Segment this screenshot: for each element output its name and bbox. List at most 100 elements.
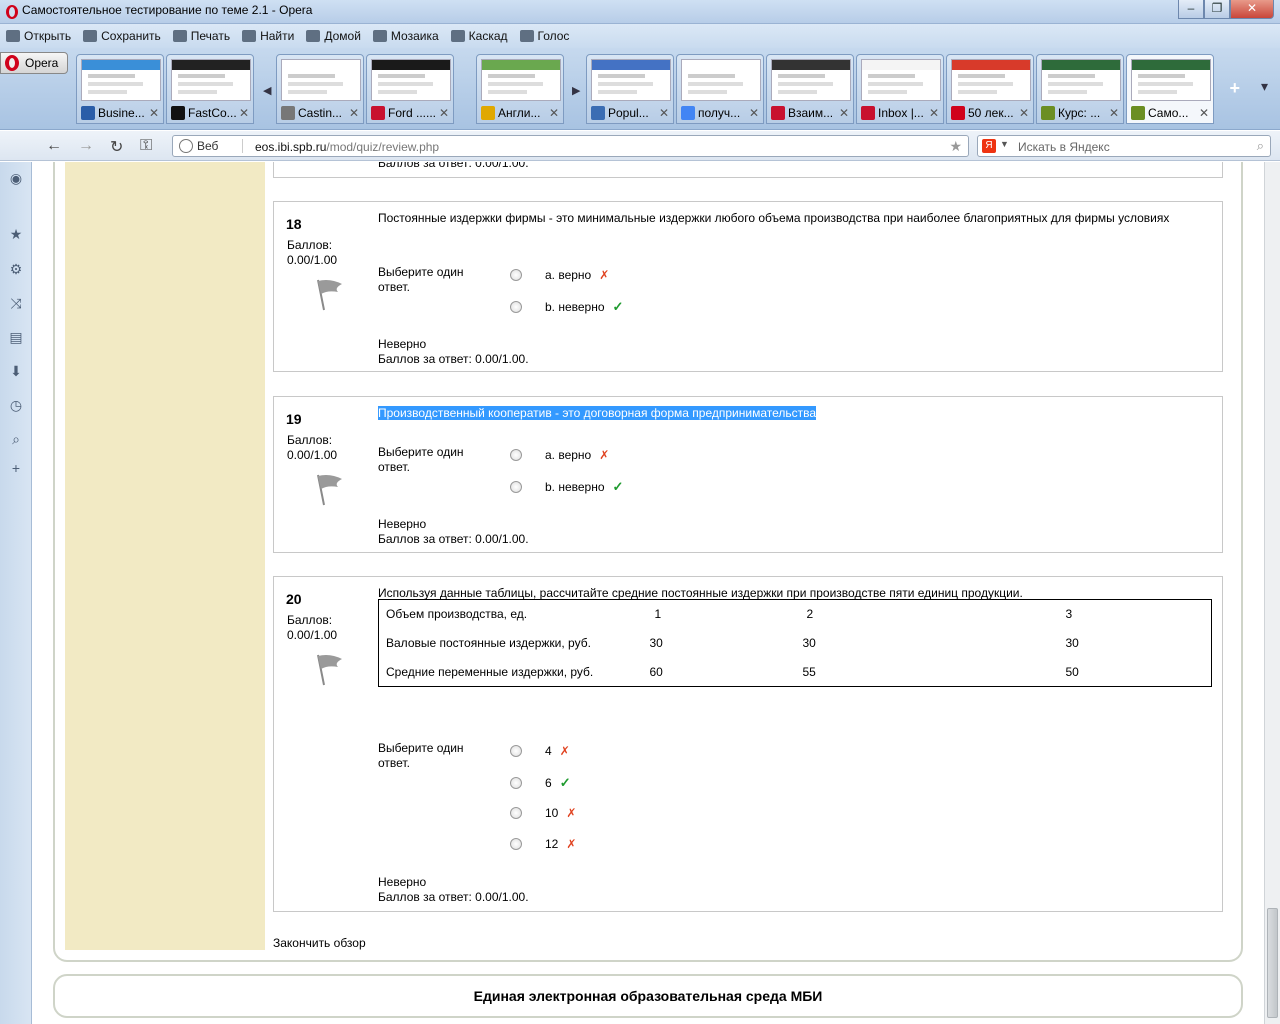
result-points: Баллов за ответ: 0.00/1.00. — [378, 532, 529, 546]
toolbar-find[interactable]: Найти — [242, 29, 294, 43]
url-text[interactable]: eos.ibi.spb.ru/mod/quiz/review.php — [255, 140, 439, 154]
toolbar-cascade-label: Каскад — [468, 29, 508, 43]
window-titlebar: Самостоятельное тестирование по теме 2.1… — [0, 0, 1280, 24]
browser-tab[interactable]: Англи... ✕ — [476, 54, 564, 124]
option-12[interactable]: 12 ✗ — [510, 837, 576, 851]
tab-favicon-icon — [81, 106, 95, 120]
option-label: a. верно — [545, 448, 592, 462]
tab-favicon-icon — [171, 106, 185, 120]
finish-review-link[interactable]: Закончить обзор — [273, 936, 366, 950]
minimize-button[interactable]: – — [1178, 0, 1204, 19]
tab-close-icon[interactable]: ✕ — [149, 106, 159, 120]
search-icon[interactable]: ⌕ — [8, 431, 24, 447]
toolbar-home[interactable]: Домой — [306, 29, 361, 43]
toolbar-voice-label: Голос — [537, 29, 570, 43]
tab-favicon-icon — [481, 106, 495, 120]
flag-icon[interactable] — [314, 653, 344, 687]
option-a[interactable]: a. верно ✗ — [510, 448, 609, 462]
toolbar-save[interactable]: Сохранить — [83, 29, 161, 43]
option-b[interactable]: b. неверно ✓ — [510, 479, 623, 495]
opera-menu-button[interactable]: Opera — [0, 52, 68, 74]
browser-tab[interactable]: Castin... ✕ — [276, 54, 364, 124]
tab-close-icon[interactable]: ✕ — [659, 106, 669, 120]
toolbar-cascade[interactable]: Каскад — [450, 29, 508, 43]
browser-tab[interactable]: Popul... ✕ — [586, 54, 674, 124]
radio-button[interactable] — [510, 269, 522, 281]
radio-button[interactable] — [510, 745, 522, 757]
tab-close-icon[interactable]: ✕ — [1019, 106, 1029, 120]
tab-favicon-icon — [281, 106, 295, 120]
flag-icon[interactable] — [314, 278, 344, 312]
tab-menu-button[interactable]: ▾ — [1261, 78, 1268, 95]
search-placeholder: Искать в Яндекс — [1018, 140, 1110, 154]
option-b[interactable]: b. неверно ✓ — [510, 299, 623, 315]
score-value: 0.00/1.00 — [287, 253, 338, 267]
bookmark-star-icon[interactable]: ★ — [949, 138, 962, 155]
toolbar-tile[interactable]: Мозаика — [372, 29, 439, 43]
tab-close-icon[interactable]: ✕ — [439, 106, 449, 120]
browser-tab[interactable]: FastCo... ✕ — [166, 54, 254, 124]
settings-icon[interactable]: ⚙ — [8, 261, 24, 277]
toolbar-open[interactable]: Открыть — [6, 29, 71, 43]
browser-tab[interactable]: 50 лек... ✕ — [946, 54, 1034, 124]
tab-close-icon[interactable]: ✕ — [349, 106, 359, 120]
question-19: 19 Баллов: 0.00/1.00 Производственный коо… — [273, 396, 1223, 553]
forward-icon[interactable]: → — [78, 137, 94, 155]
radio-button[interactable] — [510, 777, 522, 789]
notes-icon[interactable]: ▤ — [8, 329, 24, 345]
back-icon[interactable]: ← — [46, 137, 62, 155]
browser-tab[interactable]: Взаим... ✕ — [766, 54, 854, 124]
opera-unite-icon[interactable]: ◉ — [8, 170, 24, 186]
scrollbar-thumb[interactable] — [1267, 908, 1278, 1018]
radio-button[interactable] — [510, 838, 522, 850]
tab-scroll-right-icon[interactable]: ▶ — [572, 84, 580, 97]
chevron-down-icon[interactable]: ▼ — [1000, 139, 1009, 149]
tab-scroll-left-icon[interactable]: ◀ — [263, 84, 271, 97]
browser-tab[interactable]: получ... ✕ — [676, 54, 764, 124]
browser-tab[interactable]: Ford ...... ✕ — [366, 54, 454, 124]
radio-button[interactable] — [510, 807, 522, 819]
question-score: Баллов: 0.00/1.00 — [287, 238, 337, 268]
radio-button[interactable] — [510, 301, 522, 313]
browser-tab[interactable]: Само... ✕ — [1126, 54, 1214, 124]
tab-close-icon[interactable]: ✕ — [1199, 106, 1209, 120]
address-bar: ← → ↻ ⚿ Веб eos.ibi.spb.ru/mod/quiz/revi… — [0, 131, 1280, 161]
toolbar-save-label: Сохранить — [101, 29, 161, 43]
option-10[interactable]: 10 ✗ — [510, 806, 576, 820]
radio-button[interactable] — [510, 481, 522, 493]
tab-label: Само... — [1148, 106, 1189, 120]
downloads-icon[interactable]: ⬇ — [8, 363, 24, 379]
tab-close-icon[interactable]: ✕ — [929, 106, 939, 120]
unite-icon[interactable]: ⤨ — [8, 295, 24, 311]
new-tab-button[interactable]: + — [1229, 78, 1240, 99]
add-panel-icon[interactable]: + — [8, 460, 24, 476]
search-field[interactable]: Я ▼ Искать в Яндекс ⌕ — [977, 135, 1271, 157]
browser-tab[interactable]: Inbox |... ✕ — [856, 54, 944, 124]
option-6[interactable]: 6 ✓ — [510, 775, 571, 791]
wand-icon[interactable]: ⚿ — [140, 137, 152, 155]
yandex-icon[interactable]: Я — [982, 139, 996, 153]
url-field[interactable]: Веб eos.ibi.spb.ru/mod/quiz/review.php ★ — [172, 135, 969, 157]
close-button[interactable]: ✕ — [1230, 0, 1274, 19]
toolbar-voice[interactable]: Голос — [519, 29, 570, 43]
reload-icon[interactable]: ↻ — [110, 137, 123, 157]
web-badge[interactable]: Веб — [179, 139, 243, 153]
radio-button[interactable] — [510, 449, 522, 461]
browser-tab[interactable]: Busine... ✕ — [76, 54, 164, 124]
tab-close-icon[interactable]: ✕ — [749, 106, 759, 120]
tab-close-icon[interactable]: ✕ — [239, 106, 249, 120]
browser-tab[interactable]: Курс: ... ✕ — [1036, 54, 1124, 124]
tab-close-icon[interactable]: ✕ — [549, 106, 559, 120]
search-icon[interactable]: ⌕ — [1257, 138, 1264, 154]
tab-close-icon[interactable]: ✕ — [839, 106, 849, 120]
option-a[interactable]: a. верно ✗ — [510, 268, 609, 282]
toolbar-print[interactable]: Печать — [172, 29, 230, 43]
vertical-scrollbar[interactable] — [1264, 162, 1280, 1024]
restore-button[interactable]: ❐ — [1204, 0, 1230, 19]
tab-close-icon[interactable]: ✕ — [1109, 106, 1119, 120]
flag-icon[interactable] — [314, 473, 344, 507]
question-text: Производственный кооператив - это догово… — [378, 406, 1198, 421]
bookmarks-icon[interactable]: ★ — [8, 226, 24, 242]
history-icon[interactable]: ◷ — [8, 397, 24, 413]
option-4[interactable]: 4 ✗ — [510, 744, 570, 758]
